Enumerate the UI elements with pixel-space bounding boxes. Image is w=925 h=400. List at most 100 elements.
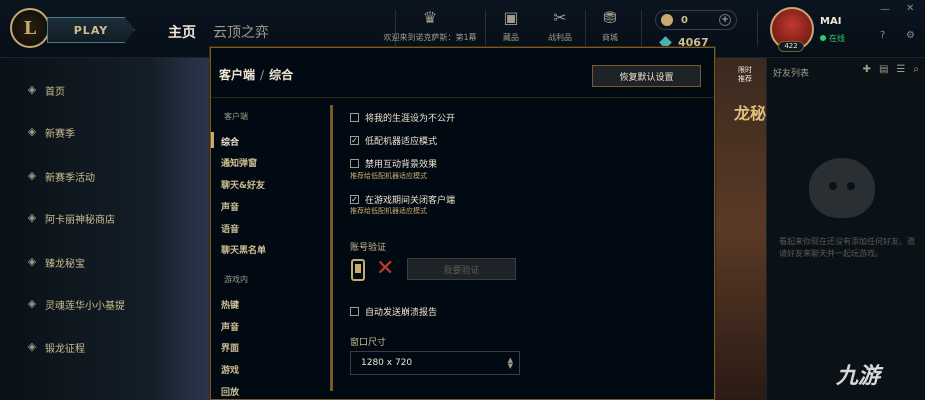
menu-item-game[interactable]: 游戏 <box>221 363 239 376</box>
sidebar-item-home[interactable]: ◈ 首页 <box>25 80 65 100</box>
list-icon[interactable]: ☰ <box>896 64 905 75</box>
nav-event-label: 欢迎来到诺克萨斯：第1幕 <box>383 33 477 42</box>
checkbox[interactable] <box>350 159 359 168</box>
friends-panel: 好友列表 ✚ ▤ ☰ ⌕ 看起来你现在还没有添加任何好友。邀请好友来聊天并一起玩… <box>766 58 925 400</box>
sidebar-item-season-event[interactable]: ◈ 新赛季活动 <box>25 166 95 186</box>
poro-icon <box>809 158 875 218</box>
breadcrumb-current: 综合 <box>269 68 294 82</box>
sidebar-item-dragon-treasure[interactable]: ◈ 臻龙秘宝 <box>25 252 85 272</box>
menu-item-ingame-sound[interactable]: 声音 <box>221 320 239 333</box>
home-icon: ◈ <box>27 83 37 96</box>
scrollbar-thumb[interactable] <box>330 105 333 391</box>
journey-icon: ◈ <box>27 340 37 353</box>
option-label: 自动发送崩溃报告 <box>365 308 438 318</box>
restore-defaults-button[interactable]: 恢复默认设置 <box>592 65 701 87</box>
menu-item-general[interactable]: 综合 <box>221 135 239 148</box>
online-status[interactable]: 在线 <box>820 33 845 44</box>
poro-eye <box>829 182 837 190</box>
sidebar-item-akali-shop[interactable]: ◈ 阿卡丽神秘商店 <box>25 208 115 228</box>
settings-header: 客户端 / 综合 恢复默认设置 <box>211 48 714 98</box>
option-label: 在游戏期间关闭客户端 <box>365 196 456 206</box>
sidebar-item-dragon-journey[interactable]: ◈ 锻龙征程 <box>25 337 85 357</box>
level-badge: 422 <box>778 41 804 52</box>
friends-empty-message: 看起来你现在还没有添加任何好友。邀请好友来聊天并一起玩游戏。 <box>779 237 915 258</box>
nav-store-label: 商城 <box>602 33 618 42</box>
username: MAI <box>820 16 842 27</box>
close-icon[interactable]: ✕ <box>906 3 914 14</box>
breadcrumb-parent: 客户端 <box>219 68 256 82</box>
menu-item-sound[interactable]: 声音 <box>221 200 239 213</box>
verify-button[interactable]: 我要验证 <box>407 258 516 280</box>
currency-panel: 0 + 4067 <box>655 10 737 49</box>
rp-balance[interactable]: 0 + <box>655 10 737 30</box>
sidebar-item-label: 灵魂莲华小小基提 <box>45 300 125 312</box>
option-label: 低配机器适应模式 <box>365 137 438 147</box>
checkbox-checked[interactable]: ✓ <box>350 195 359 204</box>
loot-icon: ✂ <box>553 8 567 27</box>
collection-icon: ▣ <box>503 8 519 27</box>
menu-item-hotkeys[interactable]: 热键 <box>221 298 239 311</box>
option-close-client-ingame[interactable]: ✓ 在游戏期间关闭客户端 <box>350 193 455 206</box>
nav-tft-tab[interactable]: 云顶之弈 <box>213 22 269 42</box>
breadcrumb: 客户端 / 综合 <box>219 66 293 83</box>
help-icon[interactable]: ? <box>880 30 885 41</box>
status-text: 在线 <box>829 34 845 43</box>
checkbox[interactable] <box>350 113 359 122</box>
add-rp-icon[interactable]: + <box>719 14 731 26</box>
nav-home-tab[interactable]: 主页 <box>168 22 196 42</box>
league-logo-icon[interactable]: L <box>10 8 50 48</box>
menu-item-interface[interactable]: 界面 <box>221 341 239 354</box>
nav-store-button[interactable]: ⛃ 商城 <box>580 8 640 43</box>
menu-item-chat-friends[interactable]: 聊天&好友 <box>221 178 265 191</box>
checkbox-checked[interactable]: ✓ <box>350 136 359 145</box>
search-icon[interactable]: ⌕ <box>913 64 919 75</box>
window-size-value: 1280 x 720 <box>361 358 413 368</box>
blossom-icon: ◈ <box>27 297 37 310</box>
treasure-icon: ◈ <box>27 255 37 268</box>
crest-icon: ♛ <box>422 8 438 27</box>
settings-modal: 客户端 / 综合 恢复默认设置 客户端 综合 通知弹窗 聊天&好友 声音 语音 聊天… <box>210 47 715 400</box>
folder-icon[interactable]: ▤ <box>879 64 888 75</box>
sidebar-item-label: 阿卡丽神秘商店 <box>45 214 115 226</box>
background-art-left <box>150 58 212 400</box>
menu-item-notifications[interactable]: 通知弹窗 <box>221 156 257 169</box>
event-icon: ◈ <box>27 169 37 182</box>
option-label: 禁用互动背景效果 <box>365 160 438 170</box>
window-size-label: 窗口尺寸 <box>350 338 387 348</box>
checkbox[interactable] <box>350 307 359 316</box>
account-verification-label: 账号验证 <box>350 243 387 253</box>
store-icon: ⛃ <box>603 8 617 27</box>
sidebar-item-label: 首页 <box>45 86 65 98</box>
sidebar-item-label: 臻龙秘宝 <box>45 258 85 270</box>
poro-eye <box>847 182 855 190</box>
updown-arrow-icon: ▲ ▼ <box>507 356 513 370</box>
season-icon: ◈ <box>27 125 37 138</box>
sidebar-item-new-season[interactable]: ◈ 新赛季 <box>25 122 75 142</box>
option-label: 将我的生涯设为不公开 <box>365 114 456 124</box>
settings-gear-icon[interactable]: ⚙ <box>906 30 915 41</box>
sidebar-item-label: 新赛季 <box>45 128 75 140</box>
sidebar-item-label: 新赛季活动 <box>45 172 95 184</box>
rp-value: 0 <box>681 14 688 26</box>
nav-event-button[interactable]: ♛ 欢迎来到诺克萨斯：第1幕 <box>380 8 480 43</box>
sidebar-item-spirit-blossom[interactable]: ◈ 灵魂莲华小小基提 <box>25 294 125 314</box>
divider <box>757 10 758 46</box>
breadcrumb-separator: / <box>260 68 265 82</box>
menu-item-replay[interactable]: 回放 <box>221 385 239 398</box>
menu-item-voice[interactable]: 语音 <box>221 222 239 235</box>
menu-item-blocklist[interactable]: 聊天黑名单 <box>221 243 266 256</box>
phone-icon <box>351 259 365 281</box>
minimize-icon[interactable]: — <box>880 4 890 15</box>
option-crash-report[interactable]: 自动发送崩溃报告 <box>350 305 437 318</box>
rp-coin-icon <box>661 14 673 26</box>
play-button[interactable]: PLAY <box>47 17 135 43</box>
option-private-profile[interactable]: 将我的生涯设为不公开 <box>350 111 455 124</box>
friends-toolbar: ✚ ▤ ☰ ⌕ <box>863 64 919 75</box>
add-friend-icon[interactable]: ✚ <box>863 64 871 75</box>
option-low-spec-mode[interactable]: ✓ 低配机器适应模式 <box>350 134 437 147</box>
divider <box>641 10 642 46</box>
option-disable-background[interactable]: 禁用互动背景效果 <box>350 157 437 170</box>
art-tag: 限时推荐 <box>738 66 752 83</box>
window-size-select[interactable]: 1280 x 720 ▲ ▼ <box>350 351 520 375</box>
unverified-x-icon: ✕ <box>376 256 395 281</box>
